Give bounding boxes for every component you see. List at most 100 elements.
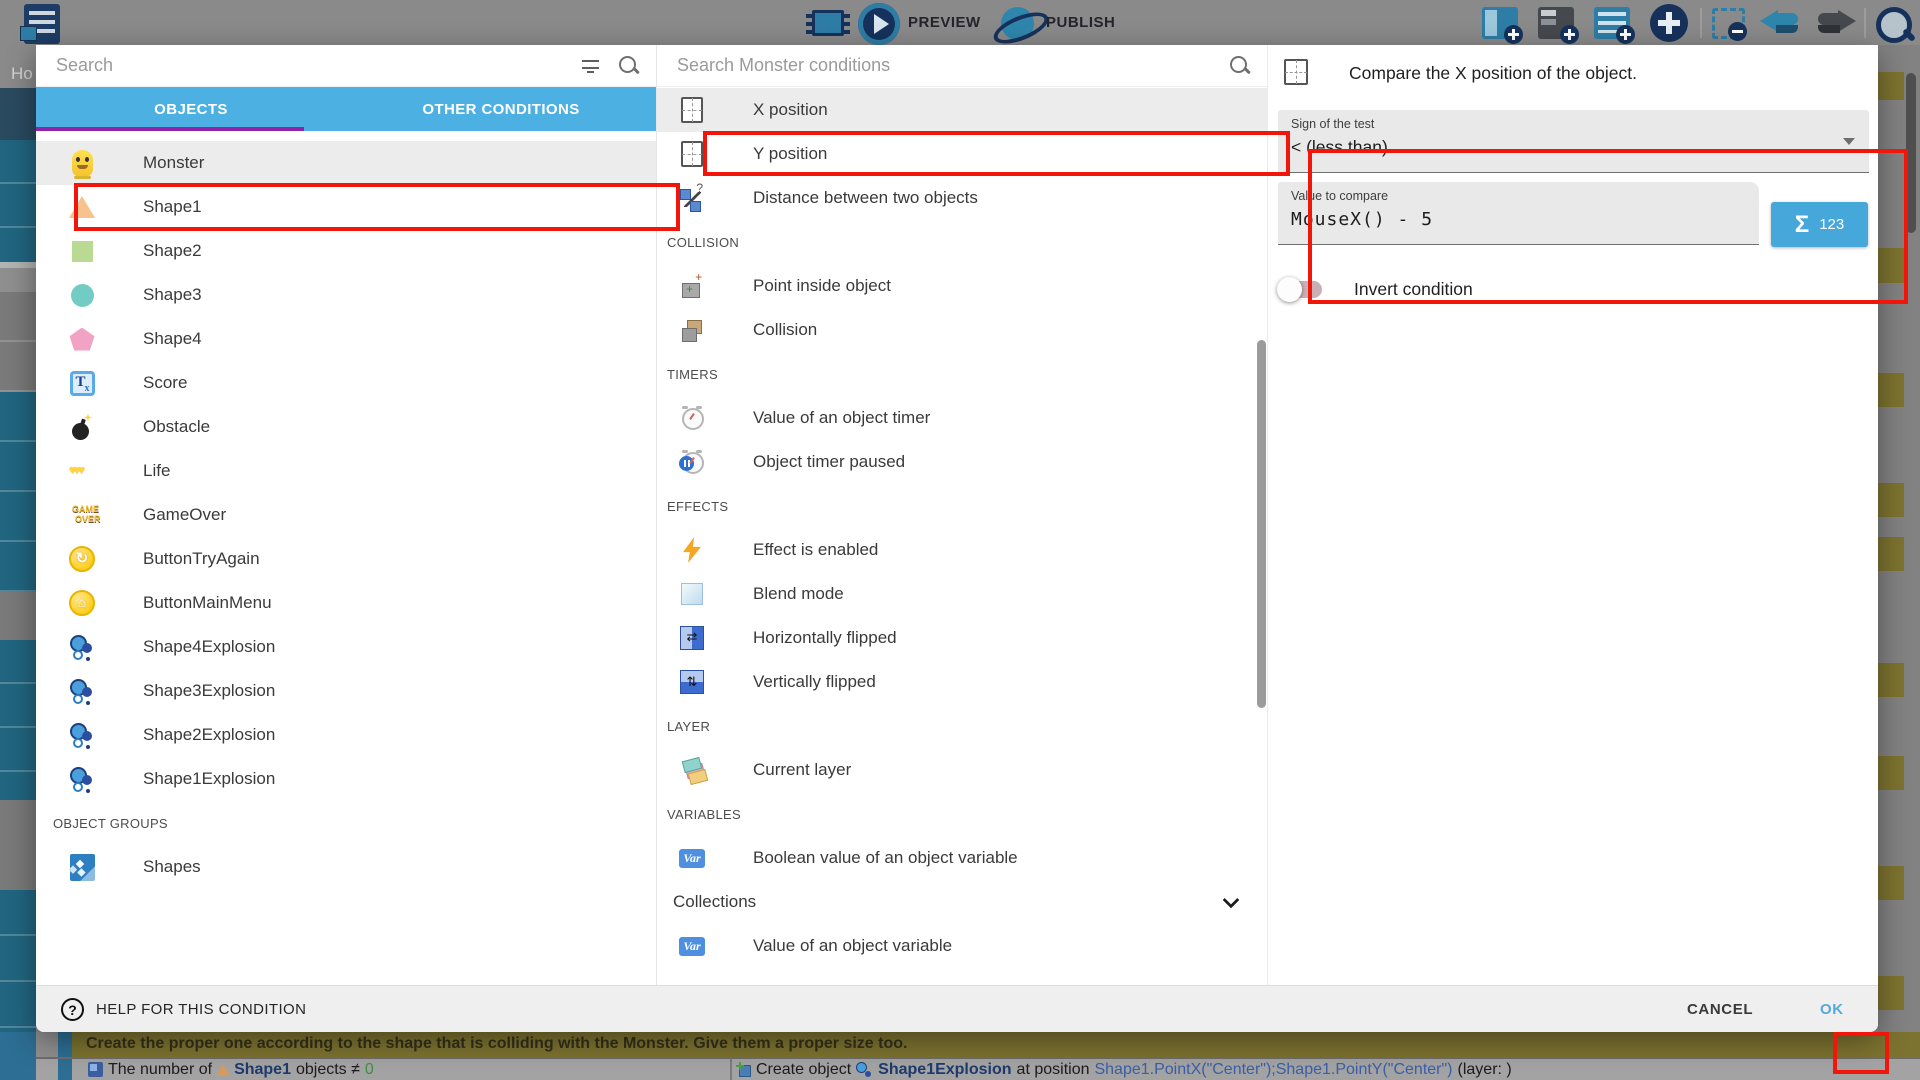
condition-description: Compare the X position of the object. (1349, 63, 1637, 84)
publish-button[interactable]: PUBLISH (1046, 14, 1115, 31)
publish-globe-icon[interactable] (993, 4, 1041, 46)
hearts-icon (69, 458, 95, 485)
object-list-item[interactable]: Shape2Explosion (36, 713, 656, 757)
add-event-icon[interactable] (1482, 7, 1518, 39)
object-group-item-shapes[interactable]: Shapes (36, 845, 656, 889)
position-y-icon (679, 141, 705, 168)
condition-item[interactable]: Effect is enabled (657, 528, 1267, 572)
chevron-down-icon (1223, 892, 1240, 909)
background-event-strip (0, 640, 36, 800)
create-object-icon (736, 1062, 751, 1077)
condition-item[interactable]: Boolean value of an object variable (657, 836, 1267, 880)
condition-item[interactable]: Blend mode (657, 572, 1267, 616)
object-list-item[interactable]: ButtonTryAgain (36, 537, 656, 581)
redo-icon[interactable] (1812, 10, 1856, 38)
filter-icon[interactable] (582, 58, 600, 74)
condition-item[interactable]: Collision (657, 308, 1267, 352)
objects-search-input[interactable] (36, 55, 582, 76)
condition-item[interactable]: Value of an object timer (657, 396, 1267, 440)
lightning-icon (679, 537, 705, 564)
condition-group-collections[interactable]: Collections (657, 880, 1267, 924)
condition-item[interactable]: Current layer (657, 748, 1267, 792)
debug-icon[interactable] (812, 10, 844, 36)
object-list-item[interactable]: Shape3Explosion (36, 669, 656, 713)
particle-emitter-icon (69, 766, 95, 793)
search-events-icon[interactable] (1874, 5, 1918, 45)
condition-item[interactable]: Value of an object variable (657, 924, 1267, 968)
object-list-item-monster[interactable]: Monster (36, 141, 656, 185)
background-event-strip (0, 140, 36, 262)
object-list-item[interactable]: GameOver (36, 493, 656, 537)
minus-badge-icon (1728, 22, 1747, 41)
blend-mode-icon (679, 581, 705, 608)
background-tab-partial-label: Ho (11, 64, 33, 84)
sign-of-test-select[interactable]: Sign of the test < (less than) (1278, 110, 1869, 173)
preview-play-icon[interactable] (858, 3, 900, 45)
field-value: MouseX() - 5 (1291, 209, 1433, 230)
screen: PREVIEW PUBLISH Ho Create the proper one (0, 0, 1920, 1080)
condition-item[interactable]: Distance between two objects (657, 176, 1267, 220)
condition-item[interactable]: Horizontally flipped (657, 616, 1267, 660)
background-event-row-highlight (1878, 248, 1904, 283)
background-event-row-highlight (1878, 373, 1904, 407)
timer-paused-icon (679, 449, 705, 476)
cancel-button[interactable]: CANCEL (1671, 986, 1769, 1033)
background-event-strip (0, 592, 36, 640)
tab-objects[interactable]: OBJECTS (36, 87, 346, 131)
delete-selection-icon[interactable] (1712, 8, 1745, 39)
plus-badge-icon (1560, 25, 1579, 44)
object-list-item[interactable]: Shape4Explosion (36, 625, 656, 669)
object-list-item[interactable]: Obstacle (36, 405, 656, 449)
invert-condition-toggle[interactable] (1280, 281, 1322, 298)
ok-button[interactable]: OK (1804, 986, 1860, 1033)
action-expression: Shape1.PointX("Center");Shape1.PointY("C… (1094, 1061, 1452, 1079)
object-list-item[interactable]: Shape3 (36, 273, 656, 317)
particle-mini-icon (856, 1062, 873, 1077)
condition-text: objects ≠ (296, 1061, 360, 1079)
object-list-item[interactable]: Shape1Explosion (36, 757, 656, 801)
object-list-item[interactable]: Life (36, 449, 656, 493)
text-object-icon (69, 370, 95, 397)
object-list-item[interactable]: Shape4 (36, 317, 656, 361)
condition-item[interactable]: Object timer paused (657, 440, 1267, 484)
field-label: Value to compare (1291, 189, 1388, 203)
condition-value: 0 (365, 1061, 374, 1079)
object-list: Monster Shape1 Shape2 Shape3 Shape4 Scor… (36, 141, 656, 889)
position-x-icon (679, 97, 705, 124)
timer-icon (679, 405, 705, 432)
invert-condition-label: Invert condition (1354, 279, 1473, 300)
search-icon[interactable] (618, 55, 640, 77)
object-list-item[interactable]: Shape2 (36, 229, 656, 273)
background-event-row-highlight (1878, 72, 1904, 100)
top-toolbar: PREVIEW PUBLISH (0, 0, 1920, 45)
tab-other-conditions[interactable]: OTHER CONDITIONS (346, 87, 656, 131)
help-link[interactable]: HELP FOR THIS CONDITION (96, 1001, 306, 1018)
action-text: at position (1017, 1061, 1090, 1079)
pentagon-icon (69, 326, 95, 353)
condition-item[interactable]: Y position (657, 132, 1267, 176)
value-to-compare-input[interactable]: Value to compare MouseX() - 5 (1278, 182, 1759, 245)
search-icon[interactable] (1229, 55, 1251, 77)
background-event-row-highlight (1878, 756, 1904, 790)
undo-icon[interactable] (1760, 10, 1804, 38)
add-subevent-icon[interactable] (1594, 7, 1630, 39)
variable-icon (679, 845, 705, 872)
condition-item[interactable]: Point inside object (657, 264, 1267, 308)
layers-icon (679, 757, 705, 784)
page-scrollbar[interactable] (1906, 73, 1916, 233)
object-list-item[interactable]: Shape1 (36, 185, 656, 229)
conditions-search-input[interactable] (657, 55, 1229, 76)
conditions-scrollbar[interactable] (1257, 340, 1266, 708)
condition-item[interactable]: Vertically flipped (657, 660, 1267, 704)
object-list-item[interactable]: ButtonMainMenu (36, 581, 656, 625)
add-circle-icon[interactable] (1650, 4, 1688, 42)
background-event-strip (0, 392, 36, 592)
toggle-knob (1277, 277, 1302, 302)
add-comment-icon[interactable] (1538, 7, 1574, 39)
condition-section-header: EFFECTS (657, 484, 1267, 528)
project-manager-icon[interactable] (24, 4, 60, 44)
preview-button[interactable]: PREVIEW (908, 14, 981, 31)
object-list-item[interactable]: Score (36, 361, 656, 405)
expression-editor-button[interactable]: Σ 123 (1771, 202, 1868, 247)
condition-item-x-position[interactable]: X position (657, 88, 1267, 132)
